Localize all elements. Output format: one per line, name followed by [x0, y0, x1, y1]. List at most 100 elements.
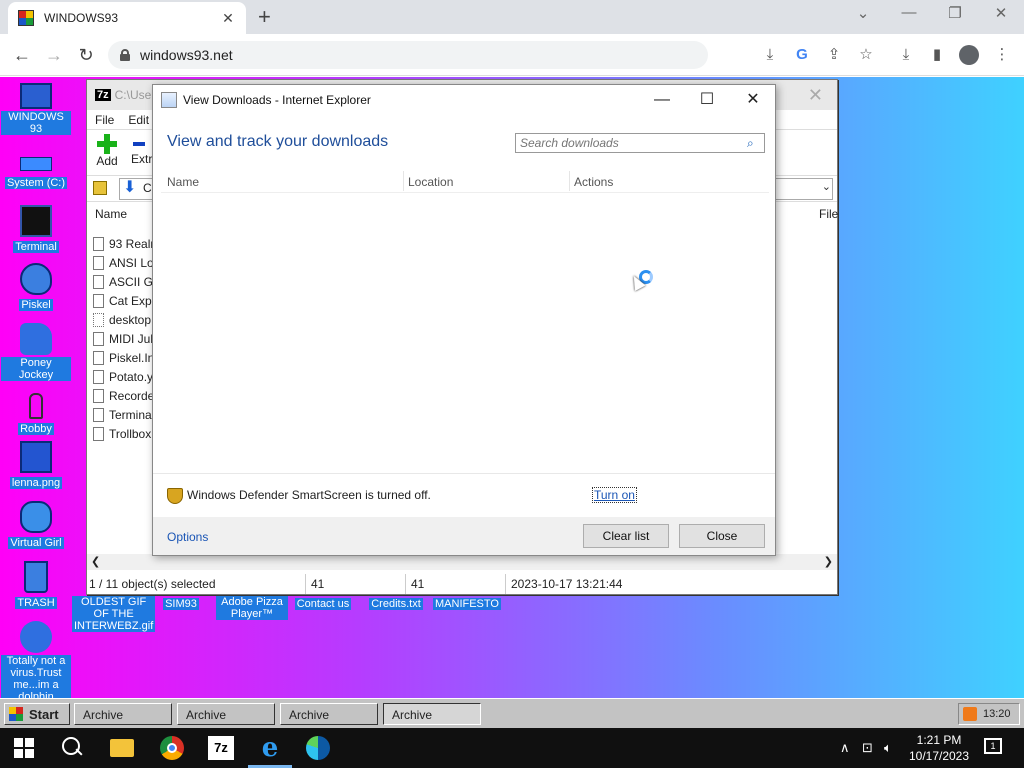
scroll-left-icon[interactable]: ❮ [91, 555, 100, 568]
start-button[interactable]: Start [4, 703, 70, 725]
menu-file[interactable]: File [95, 113, 114, 127]
search-icon[interactable]: ⌕ [747, 136, 761, 150]
windows-start-icon[interactable] [14, 738, 34, 758]
desktop-icon-poney-jockey[interactable]: Poney Jockey [1, 323, 71, 381]
desktop-icon-robby[interactable]: Robby [1, 393, 71, 435]
tab-close-icon[interactable]: ✕ [220, 10, 236, 27]
column-divider[interactable] [403, 171, 404, 191]
desktop-icon-adobe-pizza[interactable]: Adobe Pizza Player™ [216, 596, 288, 620]
search-icon[interactable] [60, 736, 84, 760]
column-name[interactable]: Name [167, 175, 199, 189]
new-tab-button[interactable]: + [258, 6, 271, 28]
desktop-icon-piskel[interactable]: Piskel [1, 263, 71, 311]
network-icon[interactable]: ⊡ [862, 740, 873, 756]
browser-tab[interactable]: WINDOWS93 ✕ [8, 2, 246, 34]
list-item[interactable]: ASCII Ga [93, 272, 160, 291]
forward-button[interactable]: → [43, 44, 65, 66]
menu-edit[interactable]: Edit [128, 113, 149, 127]
chrome-menu-icon[interactable]: ⋮ [992, 45, 1012, 65]
address-bar[interactable]: windows93.net [108, 41, 708, 69]
add-button[interactable]: Add [95, 134, 119, 168]
desktop-icon-terminal[interactable]: Terminal [1, 205, 71, 253]
list-item[interactable]: Recorde [93, 386, 160, 405]
downloads-icon[interactable]: ⤓ [896, 45, 916, 65]
dialog-close-x-button[interactable]: ✕ [738, 89, 768, 111]
robot-icon [29, 393, 43, 419]
list-item[interactable]: ANSI Lo [93, 253, 160, 272]
volume-icon[interactable]: 🔈︎ [884, 740, 892, 756]
pony-icon [20, 323, 52, 355]
7zip-icon[interactable]: 7z [208, 736, 234, 760]
lock-icon[interactable] [120, 49, 130, 61]
list-item[interactable]: Potato.y [93, 367, 160, 386]
list-item[interactable]: Piskel.In [93, 348, 160, 367]
turn-on-link[interactable]: Turn on [592, 487, 637, 503]
desktop-icon-virtual-girl[interactable]: Virtual Girl [1, 501, 71, 549]
column-file[interactable]: File [819, 207, 838, 221]
list-item[interactable]: MIDI Jul [93, 329, 160, 348]
desktop-icon-credits[interactable]: Credits.txt [361, 596, 431, 610]
column-name[interactable]: Name [95, 207, 127, 221]
options-link[interactable]: Options [167, 530, 208, 544]
google-lens-icon[interactable]: G [792, 45, 812, 65]
taskbar-archive-2[interactable]: Archive [177, 703, 275, 725]
url-text[interactable]: windows93.net [140, 47, 233, 63]
list-item[interactable]: 93 Realm [93, 234, 160, 253]
restore-button[interactable]: ❐ [940, 4, 970, 22]
rss-icon[interactable] [963, 707, 977, 721]
settings-file-icon [93, 312, 104, 327]
list-item[interactable]: Termina [93, 405, 160, 424]
desktop-icon-lenna[interactable]: lenna.png [1, 441, 71, 489]
down-arrow-icon: ⬇ [123, 179, 137, 196]
desktop-icon-manifesto[interactable]: MANIFESTO [432, 596, 502, 610]
chrome-icon[interactable] [160, 736, 184, 760]
desktop-icon-windows93[interactable]: WINDOWS 93 [1, 83, 71, 135]
internet-explorer-icon[interactable]: e [258, 735, 282, 761]
file-explorer-icon[interactable] [110, 739, 134, 757]
chevron-down-icon[interactable]: ⌄ [822, 180, 831, 193]
dialog-maximize-button[interactable]: ☐ [692, 89, 722, 111]
desktop-icon-system-c[interactable]: System (C:) [1, 147, 71, 189]
side-panel-icon[interactable]: ▮ [927, 45, 947, 65]
extract-button[interactable]: Extr [131, 134, 152, 166]
desktop-icon-oldest-gif[interactable]: OLDEST GIF OF THE INTERWEBZ.gif [72, 596, 156, 632]
taskbar-archive-3[interactable]: Archive [280, 703, 378, 725]
share-icon[interactable]: ⇪ [824, 45, 844, 65]
clear-list-button[interactable]: Clear list [583, 524, 669, 548]
desktop-icon-contact-us[interactable]: Contact us [288, 596, 358, 610]
window-close-button[interactable]: ✕ [986, 4, 1016, 22]
dialog-minimize-button[interactable]: — [647, 89, 677, 111]
column-divider[interactable] [569, 171, 570, 191]
scroll-right-icon[interactable]: ❯ [824, 555, 833, 568]
install-app-icon[interactable]: ⤓ [760, 45, 780, 65]
search-downloads-input[interactable] [515, 133, 765, 153]
browser-tab-strip: WINDOWS93 ✕ + ⌄ — ❐ ✕ [0, 0, 1024, 34]
bookmark-star-icon[interactable]: ☆ [856, 45, 876, 65]
system-clock[interactable]: 1:21 PM 10/17/2023 [906, 732, 972, 764]
edge-icon[interactable] [306, 736, 330, 760]
minimize-button[interactable]: — [894, 4, 924, 21]
dialog-title-bar[interactable]: View Downloads - Internet Explorer [153, 85, 775, 115]
notifications-icon[interactable]: 1 [984, 738, 1002, 754]
file-icon [93, 388, 104, 403]
list-item[interactable]: Cat Exp [93, 291, 160, 310]
desktop-icon-trash[interactable]: TRASH [1, 561, 71, 609]
taskbar-archive-4[interactable]: Archive [383, 703, 481, 725]
taskbar-archive-1[interactable]: Archive [74, 703, 172, 725]
windows93-tray[interactable]: 13:20 [958, 703, 1020, 725]
desktop-icon-sim93[interactable]: SIM93 [146, 596, 216, 610]
list-item[interactable]: desktop [93, 310, 160, 329]
reload-button[interactable]: ↻ [75, 44, 97, 66]
archive-close-button[interactable]: ✕ [808, 85, 823, 106]
profile-avatar[interactable] [959, 45, 979, 65]
list-item[interactable]: Trollbox [93, 424, 160, 443]
column-location[interactable]: Location [408, 175, 453, 189]
close-button[interactable]: Close [679, 524, 765, 548]
back-button[interactable]: ← [11, 44, 33, 66]
desktop-icon-dolphin[interactable]: Totally not a virus.Trust me...im a dolp… [1, 621, 71, 698]
folder-up-icon[interactable] [93, 181, 107, 195]
tray-overflow-chevron-icon[interactable]: ∧ [840, 740, 850, 756]
column-actions[interactable]: Actions [574, 175, 613, 189]
horizontal-scrollbar[interactable]: ❮ ❯ [87, 554, 837, 570]
tab-search-chevron-icon[interactable]: ⌄ [848, 4, 878, 22]
